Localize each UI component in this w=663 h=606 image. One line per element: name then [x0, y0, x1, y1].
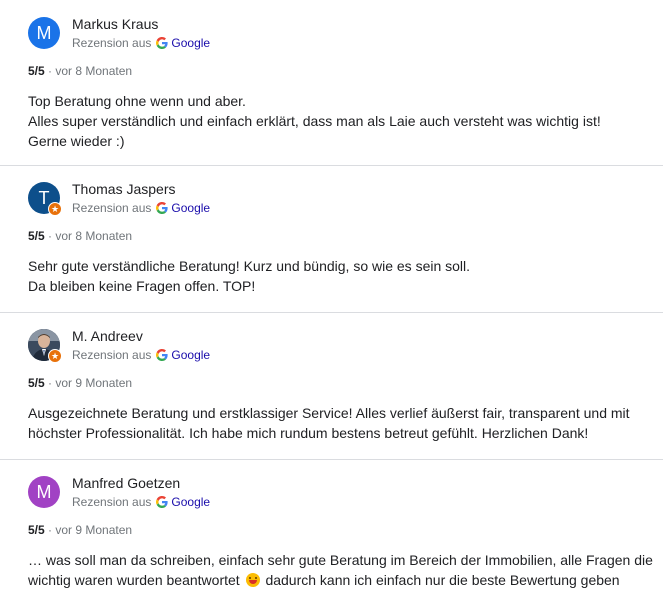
- review-header: ★ M. Andreev Rezension aus Google: [28, 327, 663, 363]
- local-guide-star-icon: ★: [48, 202, 62, 216]
- review-rating: 5/5 · vor 8 Monaten: [28, 63, 663, 79]
- reviews-list: M Markus Kraus Rezension aus Google 5/5 …: [0, 0, 663, 606]
- google-icon: [156, 496, 169, 508]
- avatar[interactable]: M: [28, 17, 60, 49]
- review-source: Rezension aus Google: [72, 494, 210, 510]
- grinning-face-emoji-icon: [245, 573, 260, 587]
- review-card: M Markus Kraus Rezension aus Google 5/5 …: [0, 0, 663, 166]
- review-text: Top Beratung ohne wenn und aber. Alles s…: [28, 93, 601, 149]
- review-card: ★ M. Andreev Rezension aus Google 5/5 · …: [0, 313, 663, 460]
- reviewer-meta: M. Andreev Rezension aus Google: [72, 327, 210, 363]
- review-header: T ★ Thomas Jaspers Rezension aus Google: [28, 180, 663, 216]
- review-text-part: dadurch kann ich einfach nur die beste B…: [261, 572, 620, 588]
- review-header: M Manfred Goetzen Rezension aus Google: [28, 474, 663, 510]
- reviewer-meta: Markus Kraus Rezension aus Google: [72, 15, 210, 51]
- review-card: T ★ Thomas Jaspers Rezension aus Google …: [0, 166, 663, 313]
- avatar-letter: M: [36, 482, 52, 502]
- google-icon: [156, 349, 169, 361]
- source-label: Rezension aus: [72, 36, 152, 50]
- source-label: Rezension aus: [72, 495, 152, 509]
- avatar[interactable]: T ★: [28, 182, 62, 216]
- reviewer-name[interactable]: M. Andreev: [72, 327, 210, 345]
- review-rating: 5/5 · vor 8 Monaten: [28, 228, 663, 244]
- source-google-link[interactable]: Google: [171, 494, 210, 510]
- google-icon: [156, 202, 169, 214]
- reviewer-meta: Thomas Jaspers Rezension aus Google: [72, 180, 210, 216]
- reviewer-meta: Manfred Goetzen Rezension aus Google: [72, 474, 210, 510]
- source-label: Rezension aus: [72, 348, 152, 362]
- review-source: Rezension aus Google: [72, 200, 210, 216]
- review-source: Rezension aus Google: [72, 35, 210, 51]
- source-google-link[interactable]: Google: [171, 200, 210, 216]
- source-label: Rezension aus: [72, 201, 152, 215]
- review-time: · vor 8 Monaten: [48, 64, 133, 78]
- source-google-link[interactable]: Google: [171, 35, 210, 51]
- rating-score: 5/5: [28, 523, 45, 537]
- reviewer-name[interactable]: Manfred Goetzen: [72, 474, 210, 492]
- avatar[interactable]: M: [28, 476, 60, 508]
- review-card: M Manfred Goetzen Rezension aus Google 5…: [0, 460, 663, 606]
- review-text: Ausgezeichnete Beratung und erstklassige…: [28, 405, 630, 441]
- review-rating: 5/5 · vor 9 Monaten: [28, 375, 663, 391]
- rating-score: 5/5: [28, 376, 45, 390]
- local-guide-star-icon: ★: [48, 349, 62, 363]
- review-header: M Markus Kraus Rezension aus Google: [28, 15, 663, 51]
- source-google-link[interactable]: Google: [171, 347, 210, 363]
- google-icon: [156, 37, 169, 49]
- review-time: · vor 8 Monaten: [48, 229, 133, 243]
- reviewer-name[interactable]: Thomas Jaspers: [72, 180, 210, 198]
- reviewer-name[interactable]: Markus Kraus: [72, 15, 210, 33]
- avatar[interactable]: ★: [28, 329, 62, 363]
- rating-score: 5/5: [28, 64, 45, 78]
- review-source: Rezension aus Google: [72, 347, 210, 363]
- avatar-letter: M: [36, 23, 52, 43]
- review-rating: 5/5 · vor 9 Monaten: [28, 522, 663, 538]
- review-text: … was soll man da schreiben, einfach seh…: [28, 550, 663, 590]
- review-time: · vor 9 Monaten: [48, 376, 133, 390]
- review-text: Sehr gute verständliche Beratung! Kurz u…: [28, 258, 471, 294]
- rating-score: 5/5: [28, 229, 45, 243]
- review-time: · vor 9 Monaten: [48, 523, 133, 537]
